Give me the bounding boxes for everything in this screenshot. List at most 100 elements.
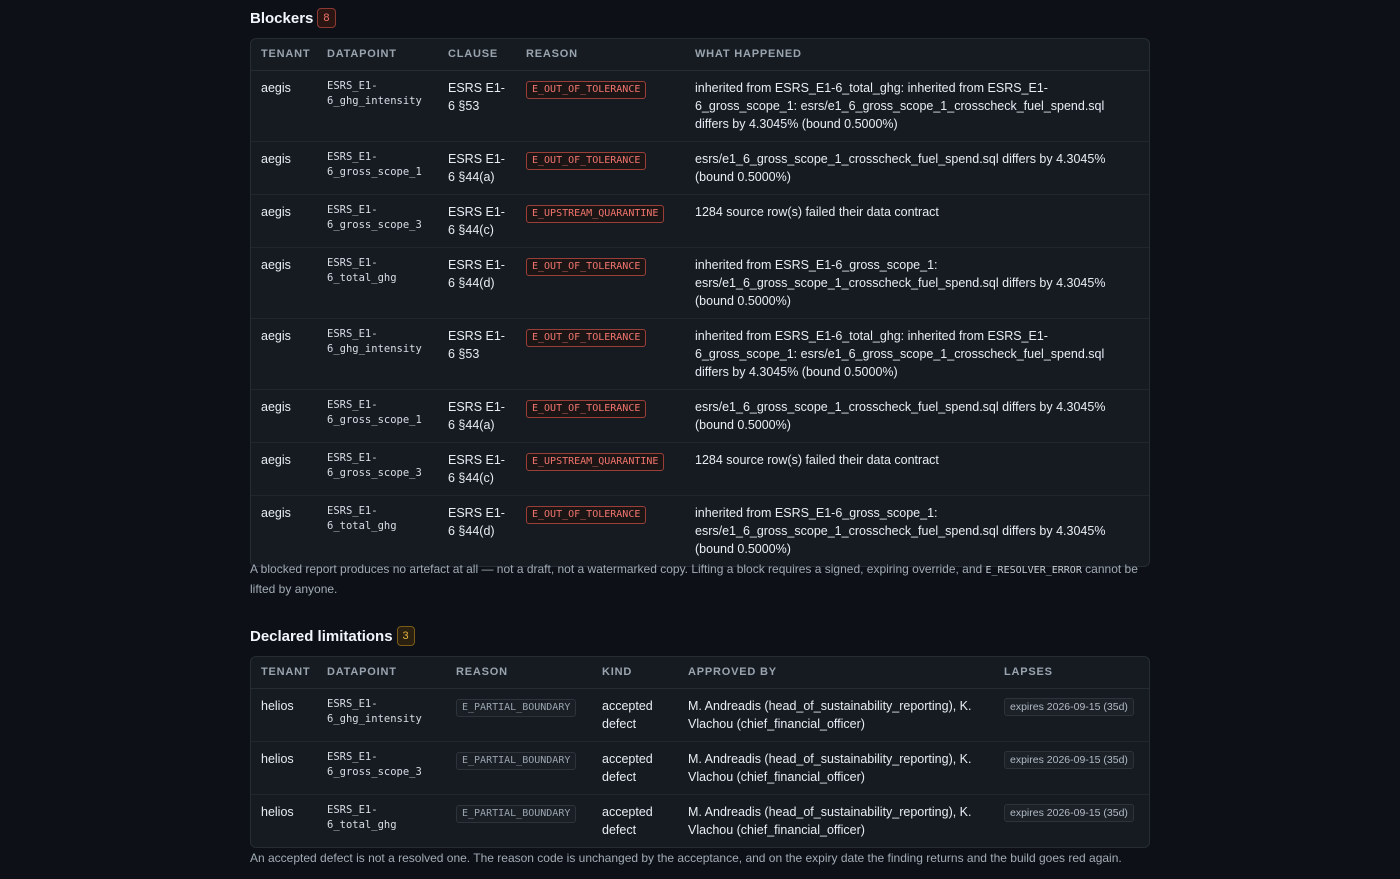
reason-code-badge: E_OUT_OF_TOLERANCE: [526, 505, 647, 524]
approved-by-cell: M. Andreadis (head_of_sustainability_rep…: [678, 793, 994, 847]
table-row: aegis ESRS_E1-6_ghg_intensity ESRS E1-6 §5…: [251, 317, 1149, 389]
reason-code-badge: E_PARTIAL_BOUNDARY: [456, 751, 577, 770]
column-header: APPROVED BY: [678, 657, 994, 689]
reason-cell: E_OUT_OF_TOLERANCE: [516, 494, 685, 566]
table-row: aegis ESRS_E1-6_gross_scope_3 ESRS E1-6 §4…: [251, 441, 1149, 495]
table-row: helios ESRS_E1-6_gross_scope_3 E_PARTIAL_B…: [251, 740, 1149, 794]
what-happened-cell: 1284 source row(s) failed their data con…: [685, 193, 1149, 247]
table-row: aegis ESRS_E1-6_total_ghg ESRS E1-6 §44(d)…: [251, 494, 1149, 566]
datapoint-cell: ESRS_E1-6_gross_scope_1: [317, 140, 438, 194]
reason-code-badge: E_UPSTREAM_QUARANTINE: [526, 204, 665, 223]
what-happened-cell: esrs/e1_6_gross_scope_1_crosscheck_fuel_…: [685, 140, 1149, 194]
reason-code-badge: E_OUT_OF_TOLERANCE: [526, 328, 647, 347]
table-row: helios ESRS_E1-6_ghg_intensity E_PARTIAL_B…: [251, 688, 1149, 741]
column-header: LAPSES: [994, 657, 1149, 689]
reason-cell: E_PARTIAL_BOUNDARY: [446, 740, 592, 794]
blockers-header-row: TENANT DATAPOINT CLAUSE REASON WHAT HAPP…: [251, 39, 1149, 71]
lapses-cell: expires 2026-09-15 (35d): [994, 688, 1149, 741]
reason-code-badge: E_PARTIAL_BOUNDARY: [456, 804, 577, 823]
tenant-cell: helios: [261, 698, 294, 713]
lapses-cell: expires 2026-09-15 (35d): [994, 793, 1149, 847]
column-header: TENANT: [251, 39, 317, 71]
what-happened-cell: inherited from ESRS_E1-6_total_ghg: inhe…: [685, 317, 1149, 389]
approved-by-cell: M. Andreadis (head_of_sustainability_rep…: [678, 740, 994, 794]
datapoint-cell: ESRS_E1-6_total_ghg: [317, 494, 438, 566]
tenant-cell: aegis: [251, 140, 317, 194]
column-header: TENANT: [251, 657, 317, 689]
what-happened-cell: inherited from ESRS_E1-6_gross_scope_1: …: [685, 494, 1149, 566]
clause-cell: ESRS E1-6 §44(a): [438, 388, 516, 442]
clause-cell: ESRS E1-6 §44(c): [438, 441, 516, 495]
column-header: KIND: [592, 657, 678, 689]
clause-cell: ESRS E1-6 §53: [448, 80, 505, 113]
tenant-cell: aegis: [251, 246, 317, 318]
limitations-heading: Declared limitations 3: [250, 625, 415, 647]
tenant-cell: aegis: [251, 388, 317, 442]
reason-code-badge: E_PARTIAL_BOUNDARY: [456, 698, 577, 717]
column-header: CLAUSE: [438, 39, 516, 71]
blockers-count-badge: 8: [317, 8, 336, 28]
resolver-error-code: E_RESOLVER_ERROR: [985, 565, 1082, 576]
table-row: helios ESRS_E1-6_total_ghg E_PARTIAL_BOUND…: [251, 793, 1149, 847]
tenant-cell: aegis: [251, 193, 317, 247]
table-row: aegis ESRS_E1-6_ghg_intensity ESRS E1-6 §5…: [251, 70, 1149, 141]
datapoint-cell: ESRS_E1-6_gross_scope_3: [317, 193, 438, 247]
datapoint-cell: ESRS_E1-6_total_ghg: [317, 246, 438, 318]
tenant-cell: aegis: [251, 494, 317, 566]
tenant-cell: helios: [251, 740, 317, 794]
approved-by-cell: M. Andreadis (head_of_sustainability_rep…: [688, 698, 972, 731]
datapoint-cell: ESRS_E1-6_gross_scope_1: [317, 388, 438, 442]
what-happened-cell: esrs/e1_6_gross_scope_1_crosscheck_fuel_…: [685, 388, 1149, 442]
limitations-title: Declared limitations: [250, 627, 393, 645]
kind-cell: accepted defect: [602, 698, 653, 731]
what-happened-cell: inherited from ESRS_E1-6_gross_scope_1: …: [685, 246, 1149, 318]
datapoint-cell: ESRS_E1-6_total_ghg: [317, 793, 446, 847]
limitations-table: TENANT DATAPOINT REASON KIND APPROVED BY…: [250, 656, 1150, 848]
what-happened-cell: inherited from ESRS_E1-6_total_ghg: inhe…: [695, 80, 1105, 131]
table-row: aegis ESRS_E1-6_total_ghg ESRS E1-6 §44(d)…: [251, 246, 1149, 318]
reason-code-badge: E_UPSTREAM_QUARANTINE: [526, 452, 665, 471]
datapoint-cell: ESRS_E1-6_ghg_intensity: [317, 317, 438, 389]
lapses-cell: expires 2026-09-15 (35d): [994, 740, 1149, 794]
reason-cell: E_OUT_OF_TOLERANCE: [516, 246, 685, 318]
column-header: DATAPOINT: [317, 657, 446, 689]
reason-cell: E_PARTIAL_BOUNDARY: [446, 688, 592, 741]
table-row: aegis ESRS_E1-6_gross_scope_3 ESRS E1-6 §4…: [251, 193, 1149, 247]
blockers-table: TENANT DATAPOINT CLAUSE REASON WHAT HAPP…: [250, 38, 1150, 567]
blockers-title: Blockers: [250, 9, 314, 27]
limitations-note: An accepted defect is not a resolved one…: [250, 851, 1122, 865]
limitations-header-row: TENANT DATAPOINT REASON KIND APPROVED BY…: [251, 657, 1149, 689]
column-header: WHAT HAPPENED: [685, 39, 1149, 71]
reason-code-badge: E_OUT_OF_TOLERANCE: [526, 80, 647, 99]
datapoint-cell: ESRS_E1-6_gross_scope_3: [317, 441, 438, 495]
reason-cell: E_PARTIAL_BOUNDARY: [446, 793, 592, 847]
limitations-count-badge: 3: [396, 626, 415, 646]
expiry-badge: expires 2026-09-15 (35d): [1004, 697, 1134, 716]
datapoint-cell: ESRS_E1-6_ghg_intensity: [327, 697, 422, 726]
reason-code-badge: E_OUT_OF_TOLERANCE: [526, 399, 647, 418]
tenant-cell: aegis: [251, 317, 317, 389]
clause-cell: ESRS E1-6 §44(d): [438, 246, 516, 318]
table-row: aegis ESRS_E1-6_gross_scope_1 ESRS E1-6 §4…: [251, 140, 1149, 194]
reason-cell: E_OUT_OF_TOLERANCE: [516, 70, 685, 141]
clause-cell: ESRS E1-6 §53: [438, 317, 516, 389]
clause-cell: ESRS E1-6 §44(a): [438, 140, 516, 194]
clause-cell: ESRS E1-6 §44(d): [438, 494, 516, 566]
blockers-note: A blocked report produces no artefact at…: [250, 562, 1138, 596]
clause-cell: ESRS E1-6 §44(c): [438, 193, 516, 247]
kind-cell: accepted defect: [592, 740, 678, 794]
tenant-cell: aegis: [261, 80, 291, 95]
reason-cell: E_OUT_OF_TOLERANCE: [516, 317, 685, 389]
reason-cell: E_OUT_OF_TOLERANCE: [516, 140, 685, 194]
table-row: aegis ESRS_E1-6_gross_scope_1 ESRS E1-6 §4…: [251, 388, 1149, 442]
tenant-cell: helios: [251, 793, 317, 847]
expiry-badge: expires 2026-09-15 (35d): [1004, 750, 1134, 769]
reason-cell: E_UPSTREAM_QUARANTINE: [516, 193, 685, 247]
blockers-heading: Blockers 8: [250, 7, 336, 29]
datapoint-cell: ESRS_E1-6_ghg_intensity: [327, 79, 422, 108]
reason-code-badge: E_OUT_OF_TOLERANCE: [526, 151, 647, 170]
kind-cell: accepted defect: [592, 793, 678, 847]
expiry-badge: expires 2026-09-15 (35d): [1004, 803, 1134, 822]
reason-cell: E_OUT_OF_TOLERANCE: [516, 388, 685, 442]
what-happened-cell: 1284 source row(s) failed their data con…: [685, 441, 1149, 495]
